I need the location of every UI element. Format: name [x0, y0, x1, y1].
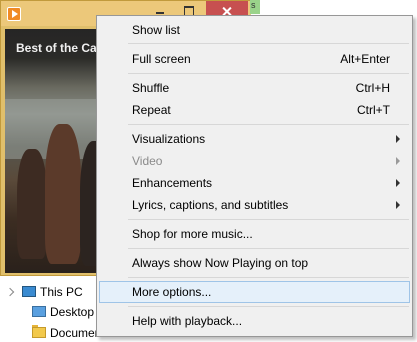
menu-item-shortcut: Alt+Enter [340, 52, 390, 66]
menu-item-show-list[interactable]: Show list [99, 19, 410, 41]
menu-item-more-options[interactable]: More options... [99, 281, 410, 303]
strip-text: s [251, 0, 256, 10]
menu-separator [128, 219, 409, 220]
menu-separator [128, 124, 409, 125]
submenu-arrow-icon [396, 157, 400, 165]
submenu-arrow-icon [396, 135, 400, 143]
menu-item-visualizations[interactable]: Visualizations [99, 128, 410, 150]
menu-item-label: Always show Now Playing on top [132, 256, 309, 270]
menu-item-full-screen[interactable]: Full screen Alt+Enter [99, 48, 410, 70]
menu-separator [128, 73, 409, 74]
tree-item-label: Desktop [50, 305, 95, 319]
menu-item-label: Shuffle [132, 81, 170, 95]
menu-item-enhancements[interactable]: Enhancements [99, 172, 410, 194]
menu-item-video: Video [99, 150, 410, 172]
desktop-folder-icon [32, 306, 46, 317]
menu-item-label: Show list [132, 23, 181, 37]
tree-item-label: This PC [40, 285, 83, 299]
menu-item-shortcut: Ctrl+T [357, 103, 390, 117]
menu-item-label: Help with playback... [132, 314, 243, 328]
menu-item-repeat[interactable]: Repeat Ctrl+T [99, 99, 410, 121]
menu-item-shortcut: Ctrl+H [355, 81, 390, 95]
menu-item-label: Full screen [132, 52, 191, 66]
menu-item-label: Video [132, 154, 163, 168]
menu-item-label: Enhancements [132, 176, 213, 190]
menu-item-always-show-on-top[interactable]: Always show Now Playing on top [99, 252, 410, 274]
menu-item-shop-for-more-music[interactable]: Shop for more music... [99, 223, 410, 245]
tree-item-desktop[interactable]: Desktop [32, 303, 94, 321]
submenu-arrow-icon [396, 179, 400, 187]
album-title: Best of the Cats [16, 41, 108, 55]
tree-item-this-pc[interactable]: This PC [5, 283, 83, 301]
menu-item-label: Repeat [132, 103, 171, 117]
computer-icon [22, 286, 36, 297]
menu-item-label: Lyrics, captions, and subtitles [132, 198, 289, 212]
menu-item-lyrics-captions-subtitles[interactable]: Lyrics, captions, and subtitles [99, 194, 410, 216]
background-window-strip: s [250, 0, 260, 14]
menu-separator [128, 277, 409, 278]
menu-separator [128, 306, 409, 307]
menu-item-shuffle[interactable]: Shuffle Ctrl+H [99, 77, 410, 99]
media-player-icon[interactable] [7, 7, 21, 21]
menu-separator [128, 43, 409, 44]
menu-item-help-with-playback[interactable]: Help with playback... [99, 310, 410, 332]
submenu-arrow-icon [396, 201, 400, 209]
chevron-right-icon[interactable] [5, 287, 15, 297]
menu-item-label: Shop for more music... [132, 227, 253, 241]
menu-separator [128, 248, 409, 249]
band-member-figure [17, 149, 47, 259]
context-menu: Show list Full screen Alt+Enter Shuffle … [96, 15, 413, 337]
band-member-figure [45, 124, 81, 264]
documents-folder-icon [32, 325, 46, 338]
menu-item-label: More options... [132, 285, 212, 299]
menu-item-label: Visualizations [132, 132, 206, 146]
